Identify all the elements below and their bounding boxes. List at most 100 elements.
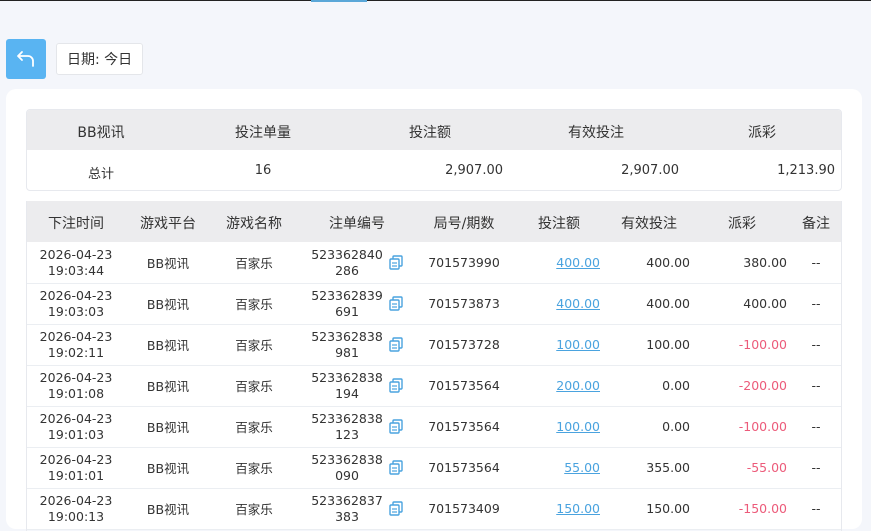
table-header: 下注时间 游戏平台 游戏名称 注单编号 局号/期数 投注额 有效投注 派彩 备注 bbox=[27, 201, 841, 242]
table-row: 2026-04-23 19:02:11 BB视讯 百家乐 523362838 981 701… bbox=[27, 324, 841, 366]
bet-amount-link[interactable]: 100.00 bbox=[556, 324, 600, 365]
top-border bbox=[0, 0, 871, 1]
copy-icon[interactable] bbox=[389, 296, 403, 311]
copy-icon[interactable] bbox=[389, 255, 403, 270]
date-filter[interactable]: 日期: 今日 bbox=[56, 43, 144, 75]
copy-icon[interactable] bbox=[389, 501, 403, 516]
platform-cell: BB视讯 bbox=[146, 256, 190, 271]
col-header-payout: 派彩 bbox=[728, 216, 756, 232]
summary-payout: 1,213.90 bbox=[777, 163, 835, 178]
bet-id-part2: 286 bbox=[335, 262, 359, 278]
payout-cell: -55.00 bbox=[746, 460, 787, 475]
round-cell: 701573728 bbox=[428, 337, 500, 352]
copy-icon[interactable] bbox=[389, 460, 403, 475]
bet-time: 19:03:03 bbox=[47, 303, 105, 319]
table-row: 2026-04-23 19:01:08 BB视讯 百家乐 523362838 194 701… bbox=[27, 365, 841, 407]
bet-id-part2: 691 bbox=[335, 303, 359, 319]
bet-id-part1: 523362837 bbox=[311, 492, 383, 508]
bet-date: 2026-04-23 bbox=[39, 369, 113, 385]
valid-bet-cell: 0.00 bbox=[662, 419, 690, 434]
note-cell: -- bbox=[811, 501, 821, 516]
payout-cell: -100.00 bbox=[738, 337, 787, 352]
bet-id-part1: 523362840 bbox=[311, 246, 383, 262]
bet-id-part2: 981 bbox=[335, 344, 359, 360]
bet-time: 19:03:44 bbox=[47, 262, 105, 278]
game-cell: 百家乐 bbox=[235, 420, 273, 435]
bet-id-cell: 523362838 123 bbox=[307, 406, 387, 447]
copy-icon[interactable] bbox=[389, 378, 403, 393]
bet-id-cell: 523362838 981 bbox=[307, 324, 387, 365]
bet-id-part2: 123 bbox=[335, 426, 359, 442]
platform-cell: BB视讯 bbox=[146, 338, 190, 353]
game-cell: 百家乐 bbox=[235, 379, 273, 394]
valid-bet-cell: 150.00 bbox=[646, 501, 690, 516]
bet-amount-link[interactable]: 400.00 bbox=[556, 283, 600, 324]
bet-id-part1: 523362838 bbox=[311, 328, 383, 344]
round-cell: 701573564 bbox=[428, 419, 500, 434]
platform-cell: BB视讯 bbox=[146, 379, 190, 394]
bet-date: 2026-04-23 bbox=[39, 287, 113, 303]
bet-id-cell: 523362840 286 bbox=[307, 242, 387, 283]
bet-amount-link[interactable]: 400.00 bbox=[556, 242, 600, 283]
payout-cell: -150.00 bbox=[738, 501, 787, 516]
bet-time: 19:01:08 bbox=[47, 385, 105, 401]
bet-id-part1: 523362838 bbox=[311, 410, 383, 426]
valid-bet-cell: 0.00 bbox=[662, 378, 690, 393]
round-cell: 701573564 bbox=[428, 378, 500, 393]
copy-icon[interactable] bbox=[389, 419, 403, 434]
bet-time-cell: 2026-04-23 19:00:13 bbox=[31, 488, 121, 529]
copy-icon[interactable] bbox=[389, 337, 403, 352]
table-row: 2026-04-23 19:03:44 BB视讯 百家乐 523362840 286 701… bbox=[27, 242, 841, 284]
bet-amount-link[interactable]: 200.00 bbox=[556, 365, 600, 406]
valid-bet-cell: 400.00 bbox=[646, 255, 690, 270]
summary-header: BB视讯 投注单量 投注额 有效投注 派彩 bbox=[27, 110, 841, 150]
bet-amount-link[interactable]: 100.00 bbox=[556, 406, 600, 447]
back-button[interactable] bbox=[6, 39, 46, 79]
bet-id-part1: 523362838 bbox=[311, 369, 383, 385]
round-cell: 701573873 bbox=[428, 296, 500, 311]
round-cell: 701573409 bbox=[428, 501, 500, 516]
bet-date: 2026-04-23 bbox=[39, 328, 113, 344]
note-cell: -- bbox=[811, 255, 821, 270]
table-row: 2026-04-23 19:01:01 BB视讯 百家乐 523362838 090 701… bbox=[27, 447, 841, 489]
bet-amount-link[interactable]: 55.00 bbox=[564, 447, 600, 488]
active-tab-indicator bbox=[311, 0, 367, 2]
valid-bet-cell: 355.00 bbox=[646, 460, 690, 475]
game-cell: 百家乐 bbox=[235, 502, 273, 517]
summary-header-payout: 派彩 bbox=[748, 125, 776, 141]
bet-date: 2026-04-23 bbox=[39, 246, 113, 262]
col-header-note: 备注 bbox=[802, 216, 830, 232]
bet-id-part2: 383 bbox=[335, 508, 359, 524]
col-header-valid-bet: 有效投注 bbox=[621, 216, 677, 232]
col-header-platform: 游戏平台 bbox=[140, 216, 196, 232]
valid-bet-cell: 400.00 bbox=[646, 296, 690, 311]
platform-cell: BB视讯 bbox=[146, 297, 190, 312]
bet-time-cell: 2026-04-23 19:03:44 bbox=[31, 242, 121, 283]
game-cell: 百家乐 bbox=[235, 461, 273, 476]
bet-time: 19:02:11 bbox=[47, 344, 105, 360]
note-cell: -- bbox=[811, 378, 821, 393]
note-cell: -- bbox=[811, 419, 821, 434]
platform-cell: BB视讯 bbox=[146, 420, 190, 435]
bet-id-part2: 090 bbox=[335, 467, 359, 483]
payout-cell: 380.00 bbox=[743, 255, 787, 270]
bet-time: 19:01:03 bbox=[47, 426, 105, 442]
game-cell: 百家乐 bbox=[235, 297, 273, 312]
col-header-round: 局号/期数 bbox=[433, 216, 495, 232]
summary-row: 总计 16 2,907.00 2,907.00 1,213.90 bbox=[27, 150, 841, 190]
game-cell: 百家乐 bbox=[235, 256, 273, 271]
col-header-bet-time: 下注时间 bbox=[48, 216, 104, 232]
note-cell: -- bbox=[811, 296, 821, 311]
table-row: 2026-04-23 19:03:03 BB视讯 百家乐 523362839 691 701… bbox=[27, 283, 841, 325]
bet-date: 2026-04-23 bbox=[39, 492, 113, 508]
valid-bet-cell: 100.00 bbox=[646, 337, 690, 352]
col-header-bet-amount: 投注额 bbox=[538, 216, 580, 232]
summary-header-platform: BB视讯 bbox=[77, 125, 125, 141]
bet-time-cell: 2026-04-23 19:01:01 bbox=[31, 447, 121, 488]
summary-header-bet: 投注额 bbox=[409, 125, 451, 141]
note-cell: -- bbox=[811, 337, 821, 352]
payout-cell: -200.00 bbox=[738, 378, 787, 393]
bet-amount-link[interactable]: 150.00 bbox=[556, 488, 600, 529]
summary-table: BB视讯 投注单量 投注额 有效投注 派彩 总计 16 2,907.00 2,9… bbox=[26, 109, 842, 191]
note-cell: -- bbox=[811, 460, 821, 475]
